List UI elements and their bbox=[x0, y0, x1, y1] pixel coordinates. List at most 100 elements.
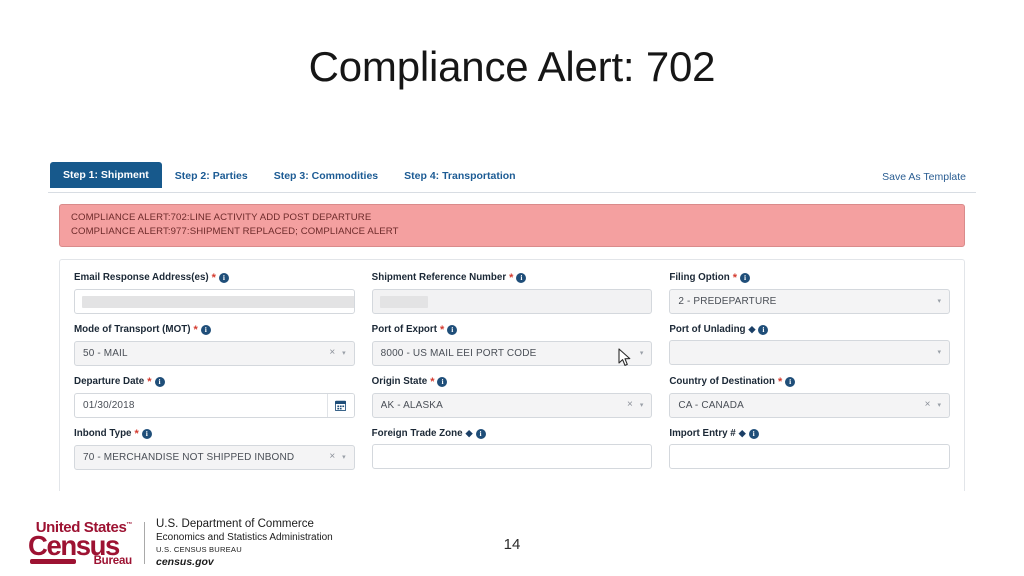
info-icon[interactable]: i bbox=[758, 324, 769, 335]
agency-website: census.gov bbox=[156, 556, 214, 569]
inbond-type-select[interactable]: 70 - MERCHANDISE NOT SHIPPED INBOND × ▾ bbox=[74, 444, 355, 470]
field-country-of-destination: Country of Destination * i CA - CANADA ×… bbox=[669, 376, 951, 418]
save-as-template-link[interactable]: Save As Template bbox=[882, 161, 976, 192]
label-text: Foreign Trade Zone bbox=[371, 427, 463, 439]
compliance-alert-banner: COMPLIANCE ALERT:702:LINE ACTIVITY ADD P… bbox=[59, 204, 965, 247]
calendar-icon bbox=[335, 400, 347, 411]
email-response-addresses-input[interactable] bbox=[74, 288, 355, 314]
field-label: Mode of Transport (MOT) * i bbox=[74, 324, 355, 336]
field-label: Origin State * i bbox=[371, 375, 653, 388]
field-filing-option: Filing Option * i 2 - PREDEPARTURE ▾ bbox=[669, 271, 951, 314]
field-origin-state: Origin State * i AK - ALASKA × ▾ bbox=[371, 375, 653, 418]
country-of-destination-select[interactable]: CA - CANADA × ▾ bbox=[669, 392, 951, 418]
tab-label: Step 3: Commodities bbox=[273, 170, 379, 183]
required-marker: * bbox=[509, 271, 514, 284]
conditional-marker: ◆ bbox=[748, 324, 756, 335]
field-value: 70 - MERCHANDISE NOT SHIPPED INBOND bbox=[83, 451, 295, 463]
info-icon[interactable]: i bbox=[748, 428, 759, 439]
clear-icon[interactable]: × bbox=[623, 400, 640, 410]
filing-option-select[interactable]: 2 - PREDEPARTURE ▾ bbox=[669, 288, 951, 314]
field-label: Departure Date * i bbox=[74, 375, 355, 388]
field-shipment-reference-number: Shipment Reference Number * i bbox=[371, 271, 653, 314]
save-as-template-label: Save As Template bbox=[882, 170, 966, 183]
chevron-down-icon[interactable]: ▾ bbox=[640, 350, 644, 357]
tab-step-3-commodities[interactable]: Step 3: Commodities bbox=[261, 161, 391, 192]
mode-of-transport-select[interactable]: 50 - MAIL × ▾ bbox=[74, 340, 355, 366]
field-label: Country of Destination * i bbox=[669, 376, 950, 388]
required-marker: * bbox=[430, 375, 435, 388]
form-row: Email Response Address(es) * i Shipment … bbox=[74, 271, 951, 314]
label-text: Port of Export bbox=[371, 324, 437, 336]
field-port-of-export: Port of Export * i 8000 - US MAIL EEI PO… bbox=[371, 324, 653, 366]
info-icon[interactable]: i bbox=[141, 429, 152, 440]
label-text: Mode of Transport (MOT) bbox=[74, 324, 191, 336]
label-text: Filing Option bbox=[669, 272, 730, 284]
field-label: Filing Option * i bbox=[669, 271, 950, 284]
import-entry-number-input[interactable] bbox=[669, 443, 951, 469]
field-label: Foreign Trade Zone ◆ i bbox=[372, 429, 653, 439]
label-text: Port of Unlading bbox=[669, 323, 746, 335]
info-icon[interactable]: i bbox=[740, 273, 751, 284]
field-label: Email Response Address(es) * i bbox=[74, 272, 355, 284]
slide-page-number: 14 bbox=[503, 536, 521, 553]
calendar-picker-button[interactable] bbox=[326, 393, 354, 417]
chevron-down-icon[interactable]: ▾ bbox=[938, 349, 942, 356]
label-text: Origin State bbox=[371, 376, 428, 388]
field-value: 2 - PREDEPARTURE bbox=[678, 295, 777, 307]
agency-line-1: U.S. Department of Commerce bbox=[156, 518, 314, 530]
info-icon[interactable]: i bbox=[218, 273, 229, 284]
info-icon[interactable]: i bbox=[447, 325, 458, 336]
info-icon[interactable]: i bbox=[200, 325, 211, 336]
field-foreign-trade-zone: Foreign Trade Zone ◆ i bbox=[371, 429, 653, 470]
page-title: Compliance Alert: 702 bbox=[308, 43, 716, 90]
field-label: Shipment Reference Number * i bbox=[372, 271, 653, 284]
chevron-down-icon[interactable]: ▾ bbox=[342, 454, 346, 461]
info-icon[interactable]: i bbox=[785, 377, 796, 388]
form-row: Departure Date * i 01/30/2018 Origin Sta… bbox=[74, 375, 951, 418]
chevron-down-icon[interactable]: ▾ bbox=[938, 298, 942, 305]
departure-date-input[interactable]: 01/30/2018 bbox=[74, 392, 355, 418]
field-import-entry-number: Import Entry # ◆ i bbox=[669, 429, 951, 470]
info-icon[interactable]: i bbox=[154, 377, 165, 388]
tab-step-2-parties[interactable]: Step 2: Parties bbox=[162, 161, 261, 192]
foreign-trade-zone-input[interactable] bbox=[371, 443, 653, 469]
tab-label: Step 4: Transportation bbox=[404, 170, 516, 183]
clear-icon[interactable]: × bbox=[325, 452, 342, 462]
form-row: Inbond Type * i 70 - MERCHANDISE NOT SHI… bbox=[74, 428, 951, 470]
shipment-form: Email Response Address(es) * i Shipment … bbox=[59, 258, 965, 491]
field-port-of-unlading: Port of Unlading ◆ i ▾ bbox=[669, 323, 951, 366]
field-mode-of-transport: Mode of Transport (MOT) * i 50 - MAIL × … bbox=[74, 324, 355, 366]
field-departure-date: Departure Date * i 01/30/2018 bbox=[74, 375, 355, 418]
required-marker: * bbox=[732, 271, 738, 284]
origin-state-select[interactable]: AK - ALASKA × ▾ bbox=[371, 392, 653, 418]
info-icon[interactable]: i bbox=[516, 273, 527, 284]
chevron-down-icon[interactable]: ▾ bbox=[640, 402, 644, 409]
chevron-down-icon[interactable]: ▾ bbox=[938, 402, 942, 409]
field-label: Inbond Type * i bbox=[74, 428, 355, 440]
field-value: 8000 - US MAIL EEI PORT CODE bbox=[380, 347, 537, 359]
info-icon[interactable]: i bbox=[437, 377, 448, 388]
field-value: AK - ALASKA bbox=[380, 399, 443, 411]
field-value: CA - CANADA bbox=[678, 399, 744, 411]
conditional-marker: ◆ bbox=[465, 428, 473, 439]
tab-step-1-shipment[interactable]: Step 1: Shipment bbox=[50, 162, 162, 188]
redacted-value-bar bbox=[379, 295, 428, 308]
chevron-down-icon[interactable]: ▾ bbox=[342, 350, 346, 357]
field-label: Port of Export * i bbox=[371, 324, 653, 336]
shipment-reference-number-input[interactable] bbox=[371, 288, 653, 314]
port-of-export-select[interactable]: 8000 - US MAIL EEI PORT CODE ▾ bbox=[371, 340, 653, 366]
eei-filing-screenshot: Step 1: Shipment Step 2: Parties Step 3:… bbox=[48, 161, 976, 491]
logo-bar bbox=[30, 559, 76, 565]
tab-step-4-transportation[interactable]: Step 4: Transportation bbox=[391, 161, 528, 192]
port-of-unlading-select[interactable]: ▾ bbox=[669, 339, 951, 365]
required-marker: * bbox=[147, 375, 152, 388]
field-label: Import Entry # ◆ i bbox=[669, 429, 950, 439]
label-text: Country of Destination bbox=[669, 376, 775, 388]
redacted-value-bar bbox=[82, 295, 354, 308]
clear-icon[interactable]: × bbox=[921, 400, 938, 410]
form-row: Mode of Transport (MOT) * i 50 - MAIL × … bbox=[74, 323, 951, 366]
clear-icon[interactable]: × bbox=[325, 348, 342, 358]
tab-label: Step 1: Shipment bbox=[63, 168, 149, 181]
info-icon[interactable]: i bbox=[475, 428, 486, 439]
label-text: Inbond Type bbox=[74, 428, 132, 440]
